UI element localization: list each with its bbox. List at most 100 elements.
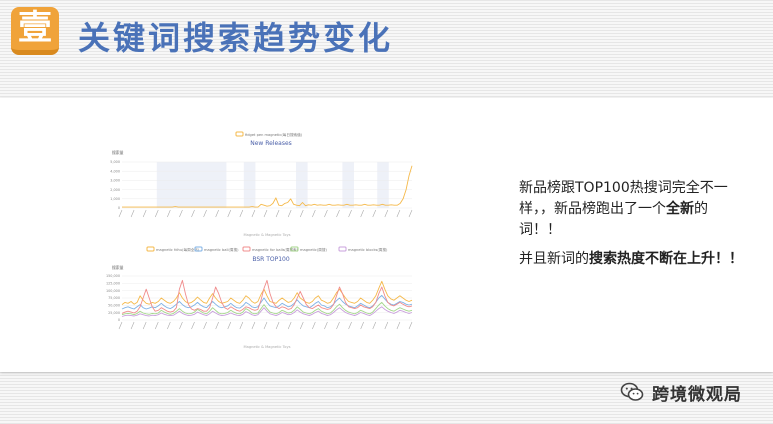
- x-tick-mark: [239, 321, 244, 330]
- x-tick-mark: [360, 209, 364, 218]
- x-tick-mark: [275, 321, 280, 330]
- y-tick-label: 125,000: [106, 282, 120, 286]
- legend-label: magnetic blocks(周搜): [348, 247, 388, 252]
- x-tick-mark: [324, 209, 328, 218]
- x-tick-mark: [239, 209, 244, 218]
- x-tick-mark: [227, 321, 232, 330]
- legend-swatch: [146, 246, 155, 252]
- watermark: 跨境微观局: [620, 380, 742, 405]
- chart-title: New Releases: [250, 140, 292, 147]
- x-tick-mark: [360, 321, 364, 330]
- series-line: [121, 280, 413, 305]
- wechat-icon: [620, 382, 644, 401]
- x-axis-label: Magnetic & Magnetic Toys: [244, 345, 291, 349]
- badge-character: 壹: [18, 8, 52, 48]
- y-tick-label: 100,000: [106, 289, 120, 293]
- p1-bold: 全新: [666, 201, 694, 217]
- series-line: [121, 294, 413, 310]
- x-tick-mark: [142, 209, 147, 218]
- x-tick-mark: [336, 209, 340, 218]
- x-tick-mark: [384, 321, 389, 330]
- legend-swatch: [338, 246, 347, 252]
- y-tick-label: 25,000: [108, 311, 120, 315]
- x-tick-mark: [384, 209, 389, 218]
- slide-header: 壹 关键词搜索趋势变化: [0, 0, 773, 88]
- x-tick-mark: [130, 321, 135, 330]
- x-tick-mark: [215, 209, 219, 218]
- x-tick-mark: [275, 209, 280, 218]
- x-tick-mark: [215, 321, 219, 330]
- content-card: fidget pen magnetic(每日搜索值) New Releases 搜索…: [0, 98, 773, 372]
- x-tick-mark: [336, 321, 340, 330]
- y-tick-label: 50,000: [108, 304, 120, 308]
- x-tick-mark: [324, 321, 328, 330]
- section-badge: 壹: [11, 7, 59, 55]
- y-axis-label: 搜索量: [112, 150, 124, 155]
- legend-label: magnetic fdhu(每周全站): [156, 247, 200, 252]
- x-tick-mark: [348, 321, 352, 330]
- x-tick-mark: [312, 209, 316, 218]
- y-tick-label: 4,000: [110, 169, 120, 173]
- x-tick-mark: [348, 209, 352, 218]
- x-tick-mark: [372, 209, 377, 218]
- y-tick-label: 150,000: [106, 274, 120, 278]
- description-text: 新品榜跟TOP100热搜词完全不一样，，新品榜跑出了一个全新的词！！ 并且新词的…: [519, 178, 744, 278]
- x-tick-mark: [203, 321, 207, 330]
- x-tick-mark: [263, 321, 268, 330]
- y-tick-label: 0: [118, 206, 120, 210]
- x-tick-mark: [408, 209, 413, 218]
- x-tick-mark: [179, 209, 183, 218]
- y-tick-label: 2,000: [110, 188, 120, 192]
- x-tick-mark: [312, 321, 316, 330]
- y-tick-label: 1,000: [110, 197, 120, 201]
- legend-label: magnetic ball(周搜): [204, 247, 239, 252]
- x-tick-mark: [372, 321, 377, 330]
- x-tick-mark: [263, 209, 268, 218]
- x-tick-mark: [142, 321, 147, 330]
- p2-bold: 搜索热度不断在上升: [589, 251, 715, 267]
- x-tick-mark: [154, 321, 159, 330]
- x-tick-mark: [251, 209, 256, 218]
- legend-label: fidget pen magnetic(每日搜索值): [245, 132, 303, 137]
- y-tick-label: 5,000: [110, 160, 120, 164]
- chart-area: fidget pen magnetic(每日搜索值) New Releases 搜索…: [0, 98, 490, 372]
- p2-tail: ！！: [715, 251, 743, 267]
- highlight-band: [342, 162, 354, 208]
- x-tick-mark: [118, 209, 123, 218]
- x-tick-mark: [191, 209, 195, 218]
- y-axis-label: 搜索量: [112, 265, 124, 270]
- highlight-band: [296, 162, 308, 208]
- p2-text: 并且新词的: [519, 251, 589, 267]
- x-tick-mark: [299, 321, 304, 330]
- x-tick-mark: [179, 321, 183, 330]
- x-tick-mark: [154, 209, 159, 218]
- x-axis-label: Magnetic & Magnetic Toys: [244, 233, 291, 237]
- highlight-band: [156, 162, 227, 208]
- x-tick-mark: [227, 209, 232, 218]
- highlight-band: [243, 162, 256, 208]
- x-tick-mark: [287, 321, 292, 330]
- legend-label: magnetic(周搜): [300, 247, 327, 252]
- x-tick-mark: [408, 321, 413, 330]
- legend-swatch: [235, 131, 244, 137]
- x-tick-mark: [396, 209, 401, 218]
- highlight-band: [377, 162, 389, 208]
- chart-title: BSR TOP100: [252, 256, 290, 263]
- x-tick-mark: [191, 321, 195, 330]
- x-tick-mark: [167, 321, 171, 330]
- paragraph-2: 并且新词的搜索热度不断在上升！！: [519, 249, 744, 270]
- y-tick-label: 75,000: [108, 296, 120, 300]
- x-tick-mark: [167, 209, 171, 218]
- paragraph-1: 新品榜跟TOP100热搜词完全不一样，，新品榜跑出了一个全新的词！！: [519, 178, 744, 241]
- x-tick-mark: [130, 209, 135, 218]
- y-tick-label: 3,000: [110, 179, 120, 183]
- watermark-text: 跨境微观局: [652, 384, 742, 405]
- x-tick-mark: [299, 209, 304, 218]
- x-tick-mark: [203, 209, 207, 218]
- trend-charts: fidget pen magnetic(每日搜索值) New Releases 搜索…: [106, 131, 413, 349]
- y-tick-label: 0: [118, 318, 120, 322]
- legend-swatch: [242, 246, 251, 252]
- page-title: 关键词搜索趋势变化: [78, 19, 394, 57]
- x-tick-mark: [396, 321, 401, 330]
- x-tick-mark: [287, 209, 292, 218]
